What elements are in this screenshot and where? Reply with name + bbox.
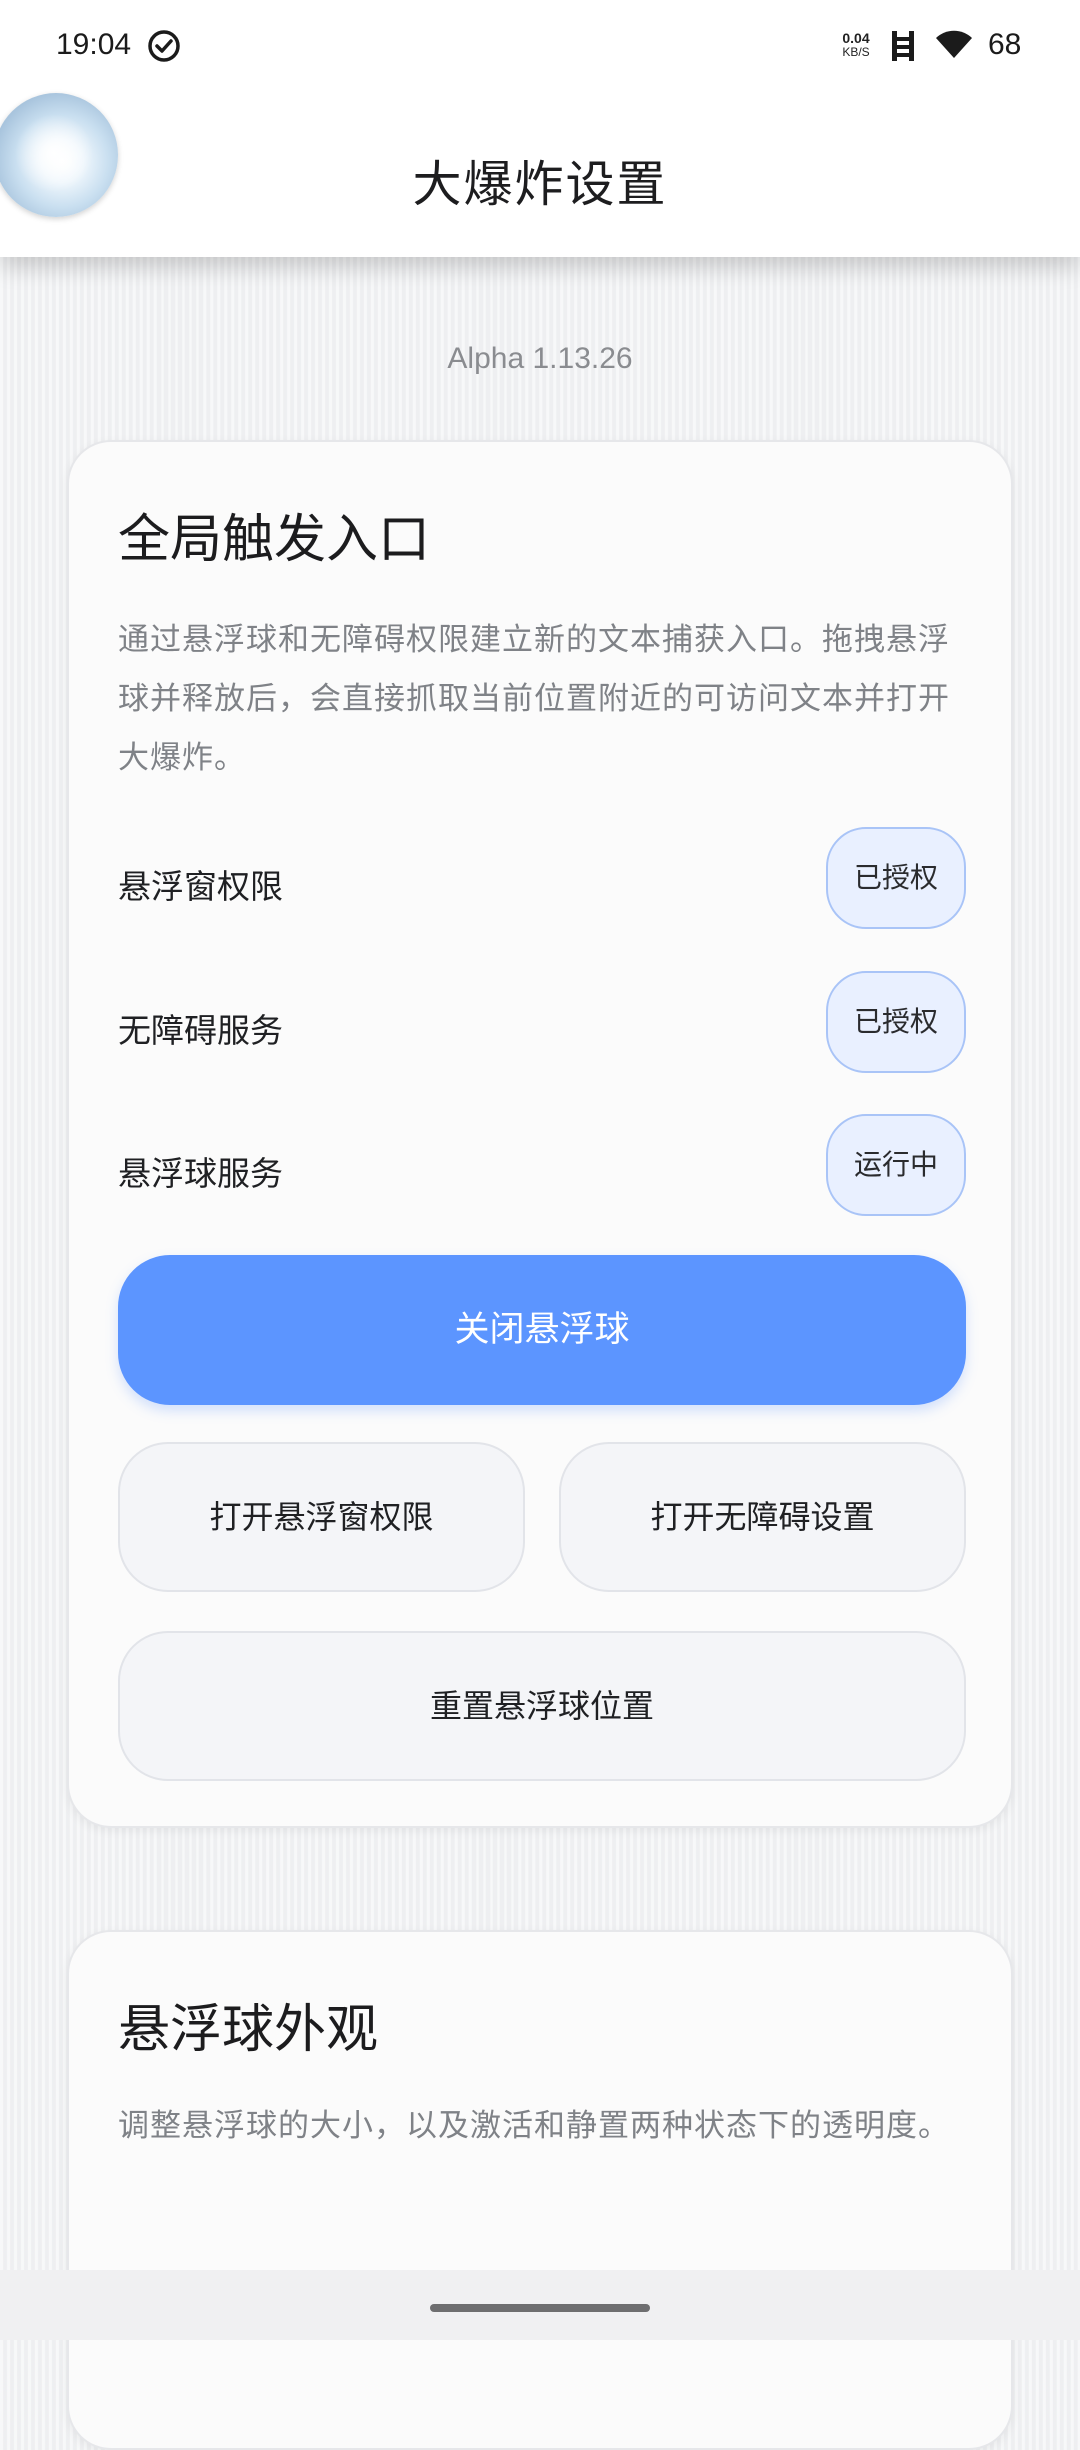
ball-appearance-description: 调整悬浮球的大小，以及激活和静置两种状态下的透明度。: [118, 2108, 950, 2144]
signal-icon: [892, 31, 914, 61]
check-circle-icon: [148, 30, 180, 62]
global-trigger-title: 全局触发入口: [118, 510, 431, 570]
app-bar: 大爆炸设置: [0, 95, 1080, 257]
network-speed: 0.04 KB/S: [836, 31, 876, 59]
navigation-bar: [0, 2270, 1080, 2340]
accessibility-service-label: 无障碍服务: [118, 1011, 283, 1050]
overlay-permission-label: 悬浮窗权限: [118, 867, 283, 906]
network-speed-value: 0.04: [842, 30, 870, 46]
home-indicator[interactable]: [430, 2304, 650, 2312]
ball-appearance-card: 悬浮球外观 调整悬浮球的大小，以及激活和静置两种状态下的透明度。: [67, 1930, 1013, 2450]
network-speed-unit: KB/S: [842, 45, 870, 59]
ball-service-status-badge: 运行中: [826, 1114, 966, 1216]
page-title: 大爆炸设置: [412, 156, 668, 213]
status-bar: 19:04 0.04 KB/S 68: [0, 0, 1080, 95]
status-time: 19:04: [56, 28, 132, 61]
open-overlay-permission-button[interactable]: 打开悬浮窗权限: [118, 1442, 525, 1592]
reset-ball-position-button[interactable]: 重置悬浮球位置: [118, 1631, 966, 1781]
global-trigger-description: 通过悬浮球和无障碍权限建立新的文本捕获入口。拖拽悬浮球并释放后，会直接抓取当前位…: [118, 622, 950, 776]
open-accessibility-settings-button[interactable]: 打开无障碍设置: [559, 1442, 966, 1592]
version-label: Alpha 1.13.26: [447, 342, 633, 375]
global-trigger-card: 全局触发入口 通过悬浮球和无障碍权限建立新的文本捕获入口。拖拽悬浮球并释放后，会…: [67, 440, 1013, 1828]
ball-service-label: 悬浮球服务: [118, 1154, 283, 1193]
ball-appearance-title: 悬浮球外观: [118, 2000, 379, 2060]
close-floating-ball-button[interactable]: 关闭悬浮球: [118, 1255, 966, 1405]
accessibility-service-status-badge: 已授权: [826, 971, 966, 1073]
overlay-permission-status-badge: 已授权: [826, 827, 966, 929]
battery-level: 68: [988, 28, 1022, 61]
wifi-icon: [936, 30, 972, 58]
